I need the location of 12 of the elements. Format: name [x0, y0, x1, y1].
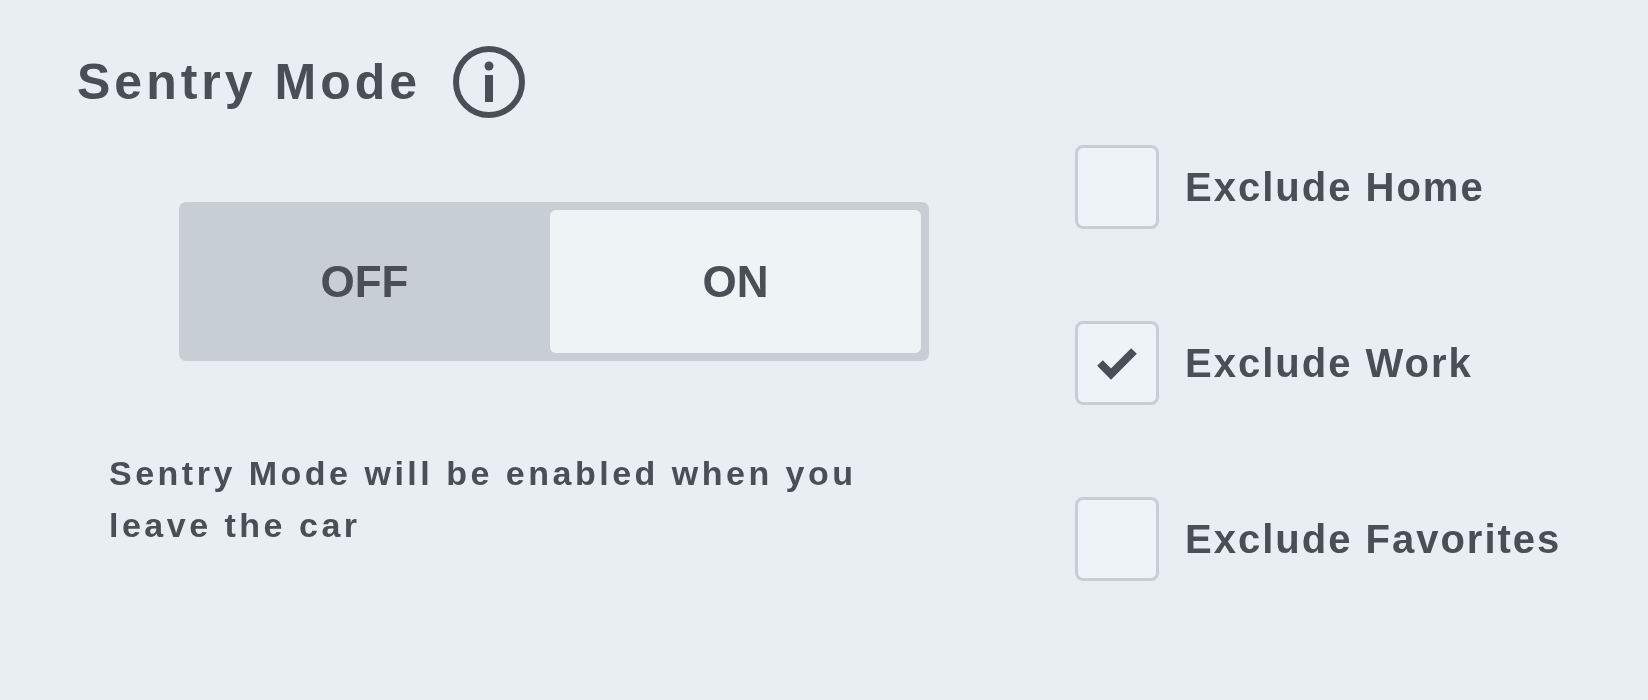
checkbox[interactable] [1075, 145, 1159, 229]
info-icon[interactable] [451, 44, 528, 120]
checkbox-label[interactable]: Exclude Favorites [1185, 516, 1562, 562]
checkmark-icon [1096, 346, 1138, 380]
page-title: Sentry Mode [77, 53, 422, 111]
checkbox-label[interactable]: Exclude Work [1185, 340, 1473, 386]
checkbox[interactable] [1075, 321, 1159, 405]
toggle-option[interactable]: ON [550, 210, 921, 353]
toggle-option[interactable]: OFF [179, 210, 550, 353]
description: Sentry Mode will be enabled when you leave the car [109, 453, 858, 546]
checkbox[interactable] [1075, 497, 1159, 581]
checkbox-label[interactable]: Exclude Home [1185, 164, 1485, 210]
